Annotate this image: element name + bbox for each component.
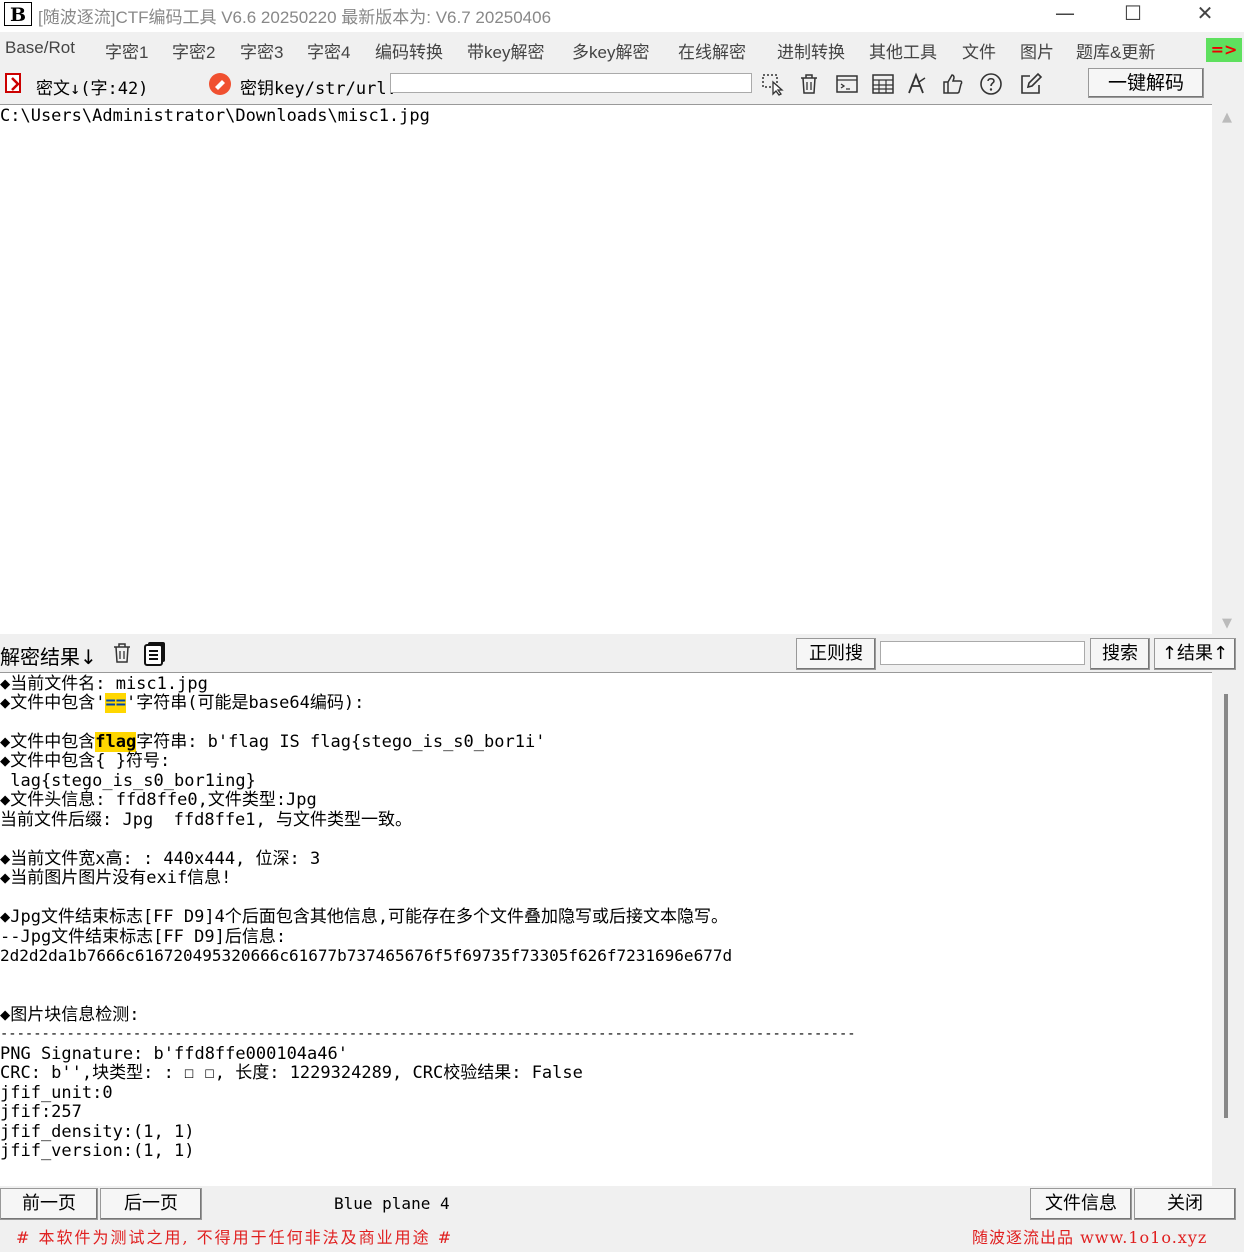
result-line: jfif_density:(1, 1) (0, 1122, 195, 1142)
menu-encoding-convert[interactable]: 编码转换 (375, 38, 443, 63)
cipher-text: C:\Users\Administrator\Downloads\misc1.j… (0, 106, 430, 126)
result-line: jfif_unit:0 (0, 1083, 113, 1103)
help-icon[interactable] (978, 72, 1004, 98)
menu-zimi4[interactable]: 字密4 (307, 38, 350, 63)
menu-multikey-decrypt[interactable]: 多key解密 (572, 38, 649, 63)
menu-zimi2[interactable]: 字密2 (172, 38, 215, 63)
prev-page-button[interactable]: 前一页 (0, 1188, 98, 1220)
trash-icon[interactable] (796, 72, 822, 98)
menu-key-decrypt[interactable]: 带key解密 (467, 38, 544, 63)
menu-zimi3[interactable]: 字密3 (240, 38, 283, 63)
menu-zimi1[interactable]: 字密1 (105, 38, 148, 63)
footer-disclaimer: # 本软件为测试之用, 不得用于任何非法及商业用途 # (16, 1228, 454, 1247)
cipher-down-icon (4, 72, 26, 94)
next-page-button[interactable]: 后一页 (100, 1188, 202, 1220)
cipher-scrollbar[interactable] (1216, 104, 1238, 634)
result-line: lag{stego_is_s0_bor1ing} (0, 771, 256, 791)
arrow-run-button[interactable]: => (1206, 38, 1242, 62)
menu-base-convert[interactable]: 进制转换 (777, 38, 845, 63)
result-trash-icon[interactable] (110, 641, 134, 665)
search-button[interactable]: 搜索 (1090, 638, 1150, 670)
result-line: ◆文件头信息: ffd8ffe0,文件类型:Jpg (0, 790, 317, 810)
footer-credit: 随波逐流出品 www.1o1o.xyz (972, 1228, 1208, 1247)
terminal-icon[interactable] (834, 72, 860, 98)
maximize-button[interactable]: ☐ (1098, 0, 1168, 30)
cursor-icon[interactable] (760, 72, 786, 98)
menu-other-tools[interactable]: 其他工具 (869, 38, 937, 63)
result-line: ◆文件中包含flag字符串: b'flag IS flag{stego_is_s… (0, 732, 546, 752)
eraser-icon[interactable] (208, 72, 232, 96)
search-input[interactable] (880, 641, 1085, 665)
plane-label: Blue plane 4 (334, 1194, 450, 1213)
result-scrollbar-thumb[interactable] (1224, 694, 1228, 1118)
menu-base-rot[interactable]: Base/Rot (5, 38, 75, 58)
result-line: CRC: b'',块类型: : ☐ ☐, 长度: 1229324289, CRC… (0, 1063, 583, 1083)
close-window-button[interactable]: ✕ (1170, 0, 1240, 30)
regex-search-button[interactable]: 正则搜 (796, 638, 876, 670)
font-icon[interactable] (904, 72, 930, 98)
result-line: ◆当前文件名: misc1.jpg (0, 674, 208, 694)
app-logo-icon: B (4, 2, 32, 26)
result-line: ◆Jpg文件结束标志[FF D9]4个后面包含其他信息,可能存在多个文件叠加隐写… (0, 907, 729, 927)
result-label: 解密结果↓ (0, 645, 97, 669)
result-line: ◆当前文件宽x高: : 440x444, 位深: 3 (0, 849, 321, 869)
menu-online-decrypt[interactable]: 在线解密 (678, 38, 746, 63)
edit-icon[interactable] (1018, 72, 1044, 98)
result-line: ◆文件中包含{ }符号: (0, 751, 171, 771)
scroll-up-icon[interactable]: ▲ (1216, 110, 1238, 125)
menu-library-update[interactable]: 题库&更新 (1076, 38, 1155, 63)
result-line: jfif:257 (0, 1102, 82, 1122)
result-line: 2d2d2da1b7666c616720495320666c61677b7374… (0, 946, 733, 965)
thumbs-up-icon[interactable] (940, 72, 966, 98)
minimize-button[interactable]: — (1030, 0, 1100, 30)
result-divider: ----------------------------------------… (0, 1026, 856, 1042)
result-line: jfif_version:(1, 1) (0, 1141, 195, 1161)
result-line: --Jpg文件结束标志[FF D9]后信息: (0, 927, 287, 947)
cipher-textarea[interactable] (0, 104, 1212, 634)
result-line: ◆当前图片图片没有exif信息! (0, 868, 232, 888)
result-line: ◆图片块信息检测: (0, 1005, 140, 1025)
result-line: PNG Signature: b'ffd8ffe000104a46' (0, 1044, 348, 1064)
calculator-icon[interactable] (870, 72, 896, 98)
copy-icon[interactable] (142, 640, 168, 666)
window-title: [随波逐流]CTF编码工具 V6.6 20250220 最新版本为: V6.7 … (38, 8, 552, 27)
result-line: 当前文件后缀: Jpg ffd8ffe1, 与文件类型一致。 (0, 810, 412, 830)
key-label: 密钥key/str/url: (240, 79, 397, 99)
menu-image[interactable]: 图片 (1020, 38, 1054, 63)
result-up-button[interactable]: ↑结果↑ (1154, 638, 1236, 670)
result-line: ◆文件中包含'=='字符串(可能是base64编码): (0, 693, 365, 713)
one-click-decode-button[interactable]: 一键解码 (1088, 68, 1204, 98)
scroll-down-icon[interactable]: ▼ (1216, 616, 1238, 631)
cipher-label: 密文↓(字:42) (36, 79, 149, 99)
key-input[interactable] (390, 73, 752, 93)
file-info-button[interactable]: 文件信息 (1030, 1188, 1132, 1220)
menu-file[interactable]: 文件 (962, 38, 996, 63)
close-button[interactable]: 关闭 (1134, 1188, 1236, 1220)
